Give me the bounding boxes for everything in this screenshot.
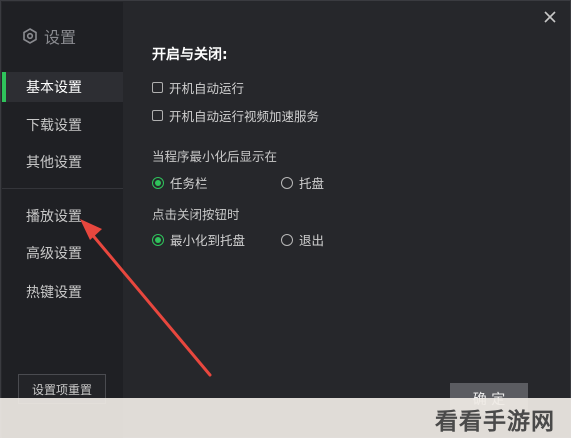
radio-exit[interactable]: 退出 (281, 230, 324, 249)
sidebar-item-label: 热键设置 (26, 285, 82, 301)
radio-button[interactable] (281, 176, 293, 189)
sidebar-item-playback[interactable]: 播放设置 (2, 201, 123, 231)
sidebar-item-label: 播放设置 (26, 209, 82, 225)
gear-icon (22, 28, 38, 44)
radio-label: 托盘 (299, 176, 325, 191)
sidebar: 设置 基本设置 下载设置 其他设置 播放设置 高级设置 热键设置 设置项重置 (2, 2, 123, 438)
close-group-label: 点击关闭按钮时 (152, 207, 240, 222)
minimize-group-label: 当程序最小化后显示在 (152, 149, 278, 164)
section-title: 开启与关闭: (152, 47, 228, 63)
sidebar-item-download[interactable]: 下载设置 (2, 110, 123, 140)
sidebar-title: 设置 (22, 24, 76, 48)
sidebar-item-label: 高级设置 (26, 246, 82, 262)
sidebar-item-label: 其他设置 (26, 155, 82, 171)
accel-service-checkbox[interactable]: 开机自动运行视频加速服务 (152, 106, 319, 125)
sidebar-item-label: 下载设置 (26, 118, 82, 134)
sidebar-item-other[interactable]: 其他设置 (2, 147, 123, 177)
sidebar-divider (2, 188, 123, 189)
sidebar-title-text: 设置 (44, 28, 77, 47)
radio-label: 任务栏 (170, 176, 208, 191)
settings-window: 设置 基本设置 下载设置 其他设置 播放设置 高级设置 热键设置 设置项重置 开… (0, 0, 571, 438)
autostart-checkbox[interactable]: 开机自动运行 (152, 78, 244, 97)
checkbox-label: 开机自动运行 (169, 81, 245, 96)
radio-button[interactable] (281, 233, 293, 246)
radio-label: 退出 (299, 233, 325, 248)
sidebar-item-hotkeys[interactable]: 热键设置 (2, 277, 123, 307)
radio-taskbar[interactable]: 任务栏 (152, 173, 208, 192)
radio-label: 最小化到托盘 (170, 233, 246, 248)
radio-button[interactable] (152, 176, 164, 189)
sidebar-item-advanced[interactable]: 高级设置 (2, 238, 123, 268)
close-icon[interactable] (542, 9, 558, 25)
checkbox-box[interactable] (152, 82, 163, 93)
radio-button[interactable] (152, 233, 164, 246)
radio-minimize-to-tray[interactable]: 最小化到托盘 (152, 230, 245, 249)
sidebar-item-basic[interactable]: 基本设置 (2, 72, 123, 102)
watermark-text: 看看手游网 (435, 409, 555, 435)
checkbox-label: 开机自动运行视频加速服务 (169, 109, 320, 124)
sidebar-item-label: 基本设置 (26, 80, 82, 96)
radio-tray[interactable]: 托盘 (281, 173, 324, 192)
checkbox-box[interactable] (152, 110, 163, 121)
